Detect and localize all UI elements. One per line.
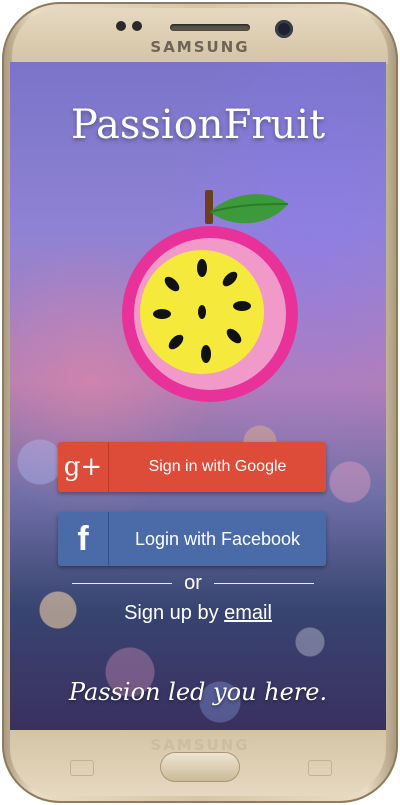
or-divider: or xyxy=(72,572,314,594)
signup-row: Sign up by email xyxy=(10,602,386,625)
passion-fruit-logo xyxy=(122,190,298,402)
signup-email-link[interactable]: email xyxy=(224,602,272,624)
fruit-stem xyxy=(205,190,213,224)
signup-prefix: Sign up by xyxy=(124,602,225,624)
login-facebook-label: Login with Facebook xyxy=(134,528,301,549)
sensor-dot xyxy=(116,21,126,31)
sensor-dot xyxy=(132,21,142,31)
recent-apps-key[interactable] xyxy=(70,760,94,776)
sign-in-google-label: Sign in with Google xyxy=(148,458,287,475)
app-tagline: Passion led you here. xyxy=(68,678,328,706)
brand-logo-bottom: SAMSUNG xyxy=(150,736,250,754)
login-facebook-button[interactable]: f Login with Facebook xyxy=(58,512,326,566)
back-key[interactable] xyxy=(308,760,332,776)
google-plus-icon: g+ xyxy=(58,442,109,492)
sign-in-google-button[interactable]: g+ Sign in with Google xyxy=(58,442,326,492)
or-text: or xyxy=(184,572,202,594)
front-camera xyxy=(275,20,293,38)
earpiece-speaker xyxy=(170,24,250,31)
fruit-leaf xyxy=(209,194,289,224)
brand-logo-top: SAMSUNG xyxy=(150,38,250,56)
home-button[interactable] xyxy=(160,752,240,782)
facebook-icon: f xyxy=(58,512,109,566)
app-screen: PassionFruit g+ Sign in with Google f Lo… xyxy=(10,62,386,730)
app-title: PassionFruit xyxy=(70,102,326,148)
